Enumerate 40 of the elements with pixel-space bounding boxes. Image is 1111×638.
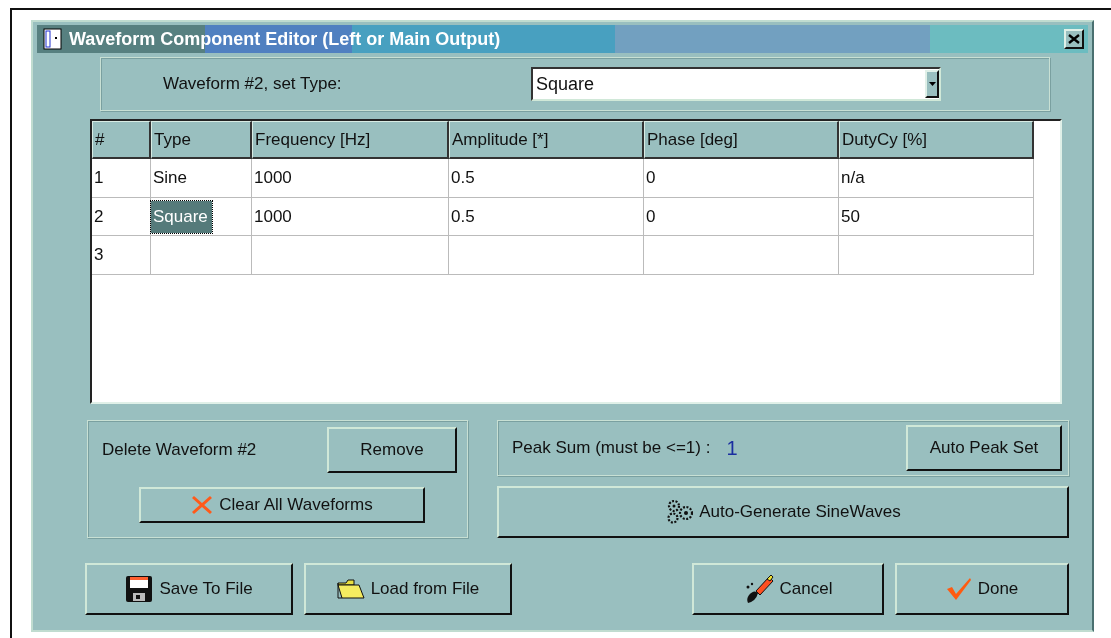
auto-generate-button[interactable]: Auto-Generate SineWaves (497, 486, 1069, 538)
folder-icon (336, 578, 365, 600)
column-header[interactable]: DutyCy [%] (839, 121, 1034, 159)
load-from-file-button[interactable]: Load from File (304, 563, 512, 615)
table-cell[interactable]: 0 (644, 159, 839, 198)
empty-table-cell[interactable] (644, 236, 839, 275)
table-cell[interactable]: 1000 (252, 159, 449, 198)
column-header[interactable]: Phase [deg] (644, 121, 839, 159)
table-cell[interactable]: 1000 (252, 198, 449, 236)
empty-table-cell[interactable] (449, 236, 644, 275)
close-button[interactable] (1064, 29, 1084, 49)
peak-sum-value: 1 (726, 436, 739, 460)
column-header[interactable]: Amplitude [*] (449, 121, 644, 159)
table-cell[interactable]: 0 (644, 198, 839, 236)
column-header[interactable]: Frequency [Hz] (252, 121, 449, 159)
empty-table-cell[interactable] (252, 236, 449, 275)
table-cell[interactable]: 0.5 (449, 198, 644, 236)
table-cell[interactable]: Sine (151, 159, 252, 198)
done-button[interactable]: Done (895, 563, 1069, 615)
column-header[interactable]: Type (151, 121, 252, 159)
gears-icon (665, 499, 694, 525)
clear-all-button[interactable]: Clear All Waveforms (139, 487, 425, 523)
table-cell[interactable]: 0.5 (449, 159, 644, 198)
column-header[interactable]: # (92, 121, 151, 159)
window-title: Waveform Component Editor (Left or Main Output) (69, 28, 502, 50)
close-icon (1068, 34, 1080, 44)
save-to-file-button[interactable]: Save To File (85, 563, 293, 615)
auto-peak-set-button[interactable]: Auto Peak Set (906, 425, 1062, 471)
empty-table-cell[interactable] (151, 236, 252, 275)
document-icon (43, 28, 63, 50)
type-label: Waveform #2, set Type: (163, 74, 343, 94)
table-cell[interactable]: 1 (92, 159, 151, 198)
cancel-button[interactable]: Cancel (692, 563, 884, 615)
remove-button[interactable]: Remove (327, 427, 457, 473)
cross-icon (191, 495, 214, 515)
delete-label: Delete Waveform #2 (102, 440, 257, 460)
check-icon (945, 577, 972, 601)
peak-sum-label: Peak Sum (must be <=1) : (512, 438, 711, 458)
type-dropdown[interactable]: Square (531, 67, 941, 101)
table-cell[interactable]: 3 (92, 236, 151, 275)
